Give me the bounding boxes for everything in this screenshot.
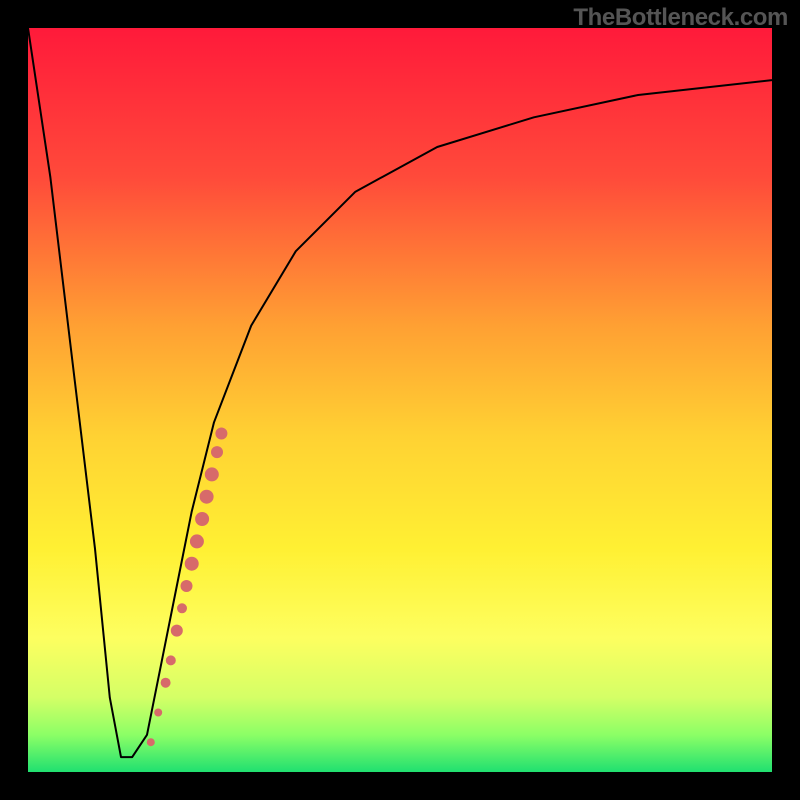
data-marker [185,557,199,571]
data-marker [211,446,223,458]
data-marker [147,738,155,746]
data-marker [215,428,227,440]
data-marker [200,490,214,504]
data-marker [166,655,176,665]
chart-svg [28,28,772,772]
data-marker [181,580,193,592]
data-marker [190,534,204,548]
data-marker [195,512,209,526]
chart-frame: TheBottleneck.com [0,0,800,800]
data-marker [205,467,219,481]
watermark-label: TheBottleneck.com [573,4,788,32]
data-marker [177,603,187,613]
data-marker [154,709,162,717]
plot-area [28,28,772,772]
data-marker [161,678,171,688]
series-bottleneck-curve [28,28,772,757]
data-marker [171,625,183,637]
